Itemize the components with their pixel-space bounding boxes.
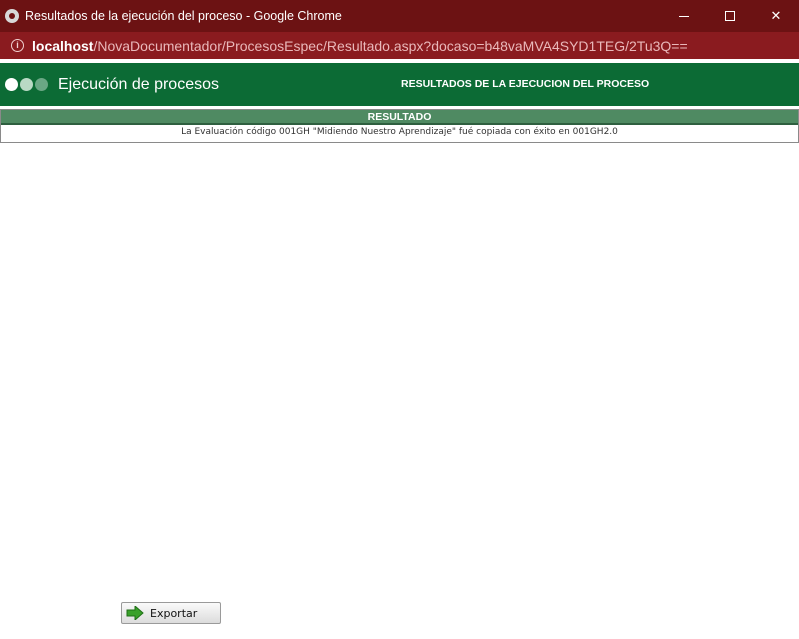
export-button-label: Exportar (150, 606, 198, 620)
minimize-icon (679, 15, 689, 17)
info-icon[interactable]: i (11, 39, 24, 52)
logo-dots-icon (5, 78, 50, 91)
arrow-right-icon (126, 606, 144, 620)
result-message: La Evaluación código 001GH "Midiendo Nue… (181, 127, 618, 137)
window-controls: ✕ (661, 0, 799, 32)
url-host: localhost (32, 37, 94, 54)
maximize-icon (725, 11, 735, 21)
window-title: Resultados de la ejecución del proceso -… (25, 9, 342, 23)
page-header: Ejecución de procesos RESULTADOS DE LA E… (0, 63, 799, 106)
page-title: RESULTADOS DE LA EJECUCION DEL PROCESO (401, 78, 650, 90)
result-panel: RESULTADO La Evaluación código 001GH "Mi… (0, 109, 799, 143)
address-bar[interactable]: i localhost/NovaDocumentador/ProcesosEsp… (0, 32, 799, 59)
close-button[interactable]: ✕ (753, 0, 799, 32)
window-titlebar: Resultados de la ejecución del proceso -… (0, 0, 799, 32)
chrome-icon (5, 9, 19, 23)
maximize-button[interactable] (707, 0, 753, 32)
result-heading: RESULTADO (1, 110, 798, 125)
export-button[interactable]: Exportar (121, 602, 221, 624)
minimize-button[interactable] (661, 0, 707, 32)
url-path: /NovaDocumentador/ProcesosEspec/Resultad… (93, 37, 688, 54)
app-title: Ejecución de procesos (58, 75, 219, 93)
close-icon: ✕ (770, 8, 782, 24)
